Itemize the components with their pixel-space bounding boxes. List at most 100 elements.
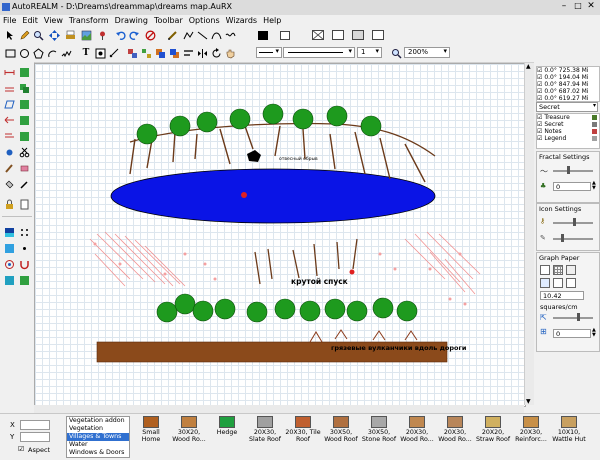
category-item[interactable]: Windows & Doors xyxy=(67,449,129,457)
coordinates-list[interactable]: ☑ 0.0° 725.38 Mi ☑ 0.0° 194.04 Mi ☑ 0.0°… xyxy=(536,66,600,102)
coord-row[interactable]: ☑ 0.0° 687.02 Mi xyxy=(537,88,599,95)
symbol-item[interactable]: 30X20, Wood Ro... xyxy=(170,416,208,443)
category-item[interactable]: Vegetation xyxy=(67,425,129,433)
print-icon[interactable] xyxy=(64,29,76,41)
menu-transform[interactable]: Transform xyxy=(66,15,112,26)
menu-help[interactable]: Help xyxy=(260,15,284,26)
ungroup-icon[interactable] xyxy=(140,47,152,59)
rotate-left-icon[interactable] xyxy=(3,114,15,126)
slider-thumb[interactable] xyxy=(573,218,576,226)
snap-grid-icon[interactable] xyxy=(3,242,15,254)
grid-color-icon[interactable]: ⇱ xyxy=(540,313,547,322)
y-coordinate-input[interactable] xyxy=(20,432,50,442)
symbol-tool-icon[interactable] xyxy=(94,47,106,59)
lake-marker[interactable] xyxy=(241,192,247,198)
symbol-palette[interactable]: Small Home 30X20, Wood Ro... Hedge 20X30, S… xyxy=(132,414,600,460)
text-tool-icon[interactable]: T xyxy=(80,47,92,59)
checkbox[interactable]: ☑ xyxy=(537,74,542,81)
grid-opacity-slider[interactable] xyxy=(553,317,593,319)
overlay-list[interactable]: ☑ Treasure ☑ Secret ☑ Notes ☑ Legend xyxy=(536,113,600,149)
stop-icon[interactable] xyxy=(144,29,156,41)
flip-icon[interactable] xyxy=(196,47,208,59)
mirror-icon[interactable] xyxy=(18,98,30,110)
descent-marker[interactable] xyxy=(349,269,355,275)
overlay-item[interactable]: ☑ Secret xyxy=(537,121,599,128)
eraser-icon[interactable] xyxy=(18,162,30,174)
category-item[interactable]: Vegetation addon xyxy=(67,417,129,425)
grid-square-icon[interactable] xyxy=(553,265,563,275)
array-icon[interactable] xyxy=(18,114,30,126)
overlay-item[interactable]: ☑ Notes xyxy=(537,128,599,135)
snap-point-icon[interactable] xyxy=(18,242,30,254)
arc-tool-icon[interactable] xyxy=(46,47,58,59)
undo-icon[interactable] xyxy=(114,29,126,41)
circle-tool-icon[interactable] xyxy=(18,47,30,59)
foreground-color-swatch[interactable] xyxy=(258,31,268,40)
aspect-checkbox[interactable]: ☑ xyxy=(18,445,24,453)
zoom-dropdown[interactable]: 200% ▾ xyxy=(404,47,450,58)
line-width-spinner[interactable]: 1 ▾ xyxy=(357,47,382,58)
pushpin-icon[interactable] xyxy=(96,29,108,41)
polygon-tool-icon[interactable] xyxy=(32,47,44,59)
eyedropper-icon[interactable] xyxy=(18,178,30,190)
symbol-item[interactable]: 20X30, Wood Ro... xyxy=(436,416,474,443)
rotate-icon[interactable] xyxy=(210,47,222,59)
skew-icon[interactable] xyxy=(3,98,15,110)
spinner-icon[interactable]: ▲ ▼ xyxy=(592,328,596,338)
fill-pattern-icon[interactable] xyxy=(372,30,384,40)
lock-icon[interactable] xyxy=(3,198,15,210)
checkbox[interactable]: ☑ xyxy=(537,128,542,135)
pan-icon[interactable] xyxy=(48,29,60,41)
scroll-down-icon[interactable]: ▼ xyxy=(526,398,531,405)
grid-style-icon[interactable] xyxy=(540,278,550,288)
distribute-icon[interactable] xyxy=(18,130,30,142)
copy-icon[interactable] xyxy=(18,82,30,94)
line-icon[interactable] xyxy=(196,29,208,41)
lake-shape[interactable] xyxy=(110,168,436,224)
symbol-category-list[interactable]: Vegetation addon Vegetation Villages & Tow… xyxy=(66,416,130,458)
fill-gray-icon[interactable] xyxy=(352,30,364,40)
slider-thumb[interactable] xyxy=(577,313,580,321)
checkbox[interactable]: ☑ xyxy=(537,121,542,128)
slider-thumb[interactable] xyxy=(567,166,570,174)
coord-row[interactable]: ☑ 0.0° 194.04 Mi xyxy=(537,74,599,81)
layers-panel-icon[interactable] xyxy=(18,274,30,286)
zoom-icon[interactable] xyxy=(32,29,44,41)
slider-thumb[interactable] xyxy=(561,234,564,242)
curve-icon[interactable] xyxy=(210,29,222,41)
fractal-value-input[interactable]: 0 xyxy=(553,182,591,191)
fractal-slider[interactable] xyxy=(553,170,593,172)
fill-white-icon[interactable] xyxy=(332,30,344,40)
zoom-tool-icon[interactable] xyxy=(390,47,402,59)
scroll-up-icon[interactable]: ▲ xyxy=(526,63,531,70)
symbol-item[interactable]: 20X20, Straw Roof xyxy=(474,416,512,443)
menu-options[interactable]: Options xyxy=(186,15,223,26)
rock-shape[interactable] xyxy=(247,150,261,162)
bring-front-icon[interactable] xyxy=(154,47,166,59)
grid-none-icon[interactable] xyxy=(540,265,550,275)
close-icon[interactable]: ✕ xyxy=(585,1,597,12)
symbol-item[interactable]: 20X30, Slate Roof xyxy=(246,416,284,443)
forest-south[interactable] xyxy=(156,293,418,323)
polyline-icon[interactable] xyxy=(182,29,194,41)
pen-tool-icon[interactable] xyxy=(166,29,178,41)
pencil-icon[interactable] xyxy=(18,29,30,41)
overlay-item[interactable]: ☑ Legend xyxy=(537,135,599,142)
align-icon[interactable] xyxy=(182,47,194,59)
fill-bucket-icon[interactable] xyxy=(3,178,15,190)
send-back-icon[interactable] xyxy=(168,47,180,59)
line-pattern-dropdown[interactable]: ▾ xyxy=(283,47,355,58)
checkbox[interactable]: ☑ xyxy=(537,114,542,121)
map-canvas[interactable]: отвесный обрыв крутой спуск грязевые вул… xyxy=(34,63,526,407)
node-icon[interactable] xyxy=(3,146,15,158)
fill-none-icon[interactable] xyxy=(312,30,324,40)
symbol-item[interactable]: 10X10, Wattle Hut xyxy=(550,416,588,443)
category-item[interactable]: Villages & Towns xyxy=(67,433,129,441)
checkbox[interactable]: ☑ xyxy=(537,81,542,88)
icon-rotation-slider[interactable] xyxy=(553,238,593,240)
coord-row[interactable]: ☑ 0.0° 619.27 Mi xyxy=(537,95,599,102)
coord-row[interactable]: ☑ 0.0° 725.38 Mi xyxy=(537,67,599,74)
move-icon[interactable] xyxy=(18,66,30,78)
minimize-icon[interactable]: – xyxy=(558,1,570,12)
freehand-icon[interactable] xyxy=(224,29,236,41)
